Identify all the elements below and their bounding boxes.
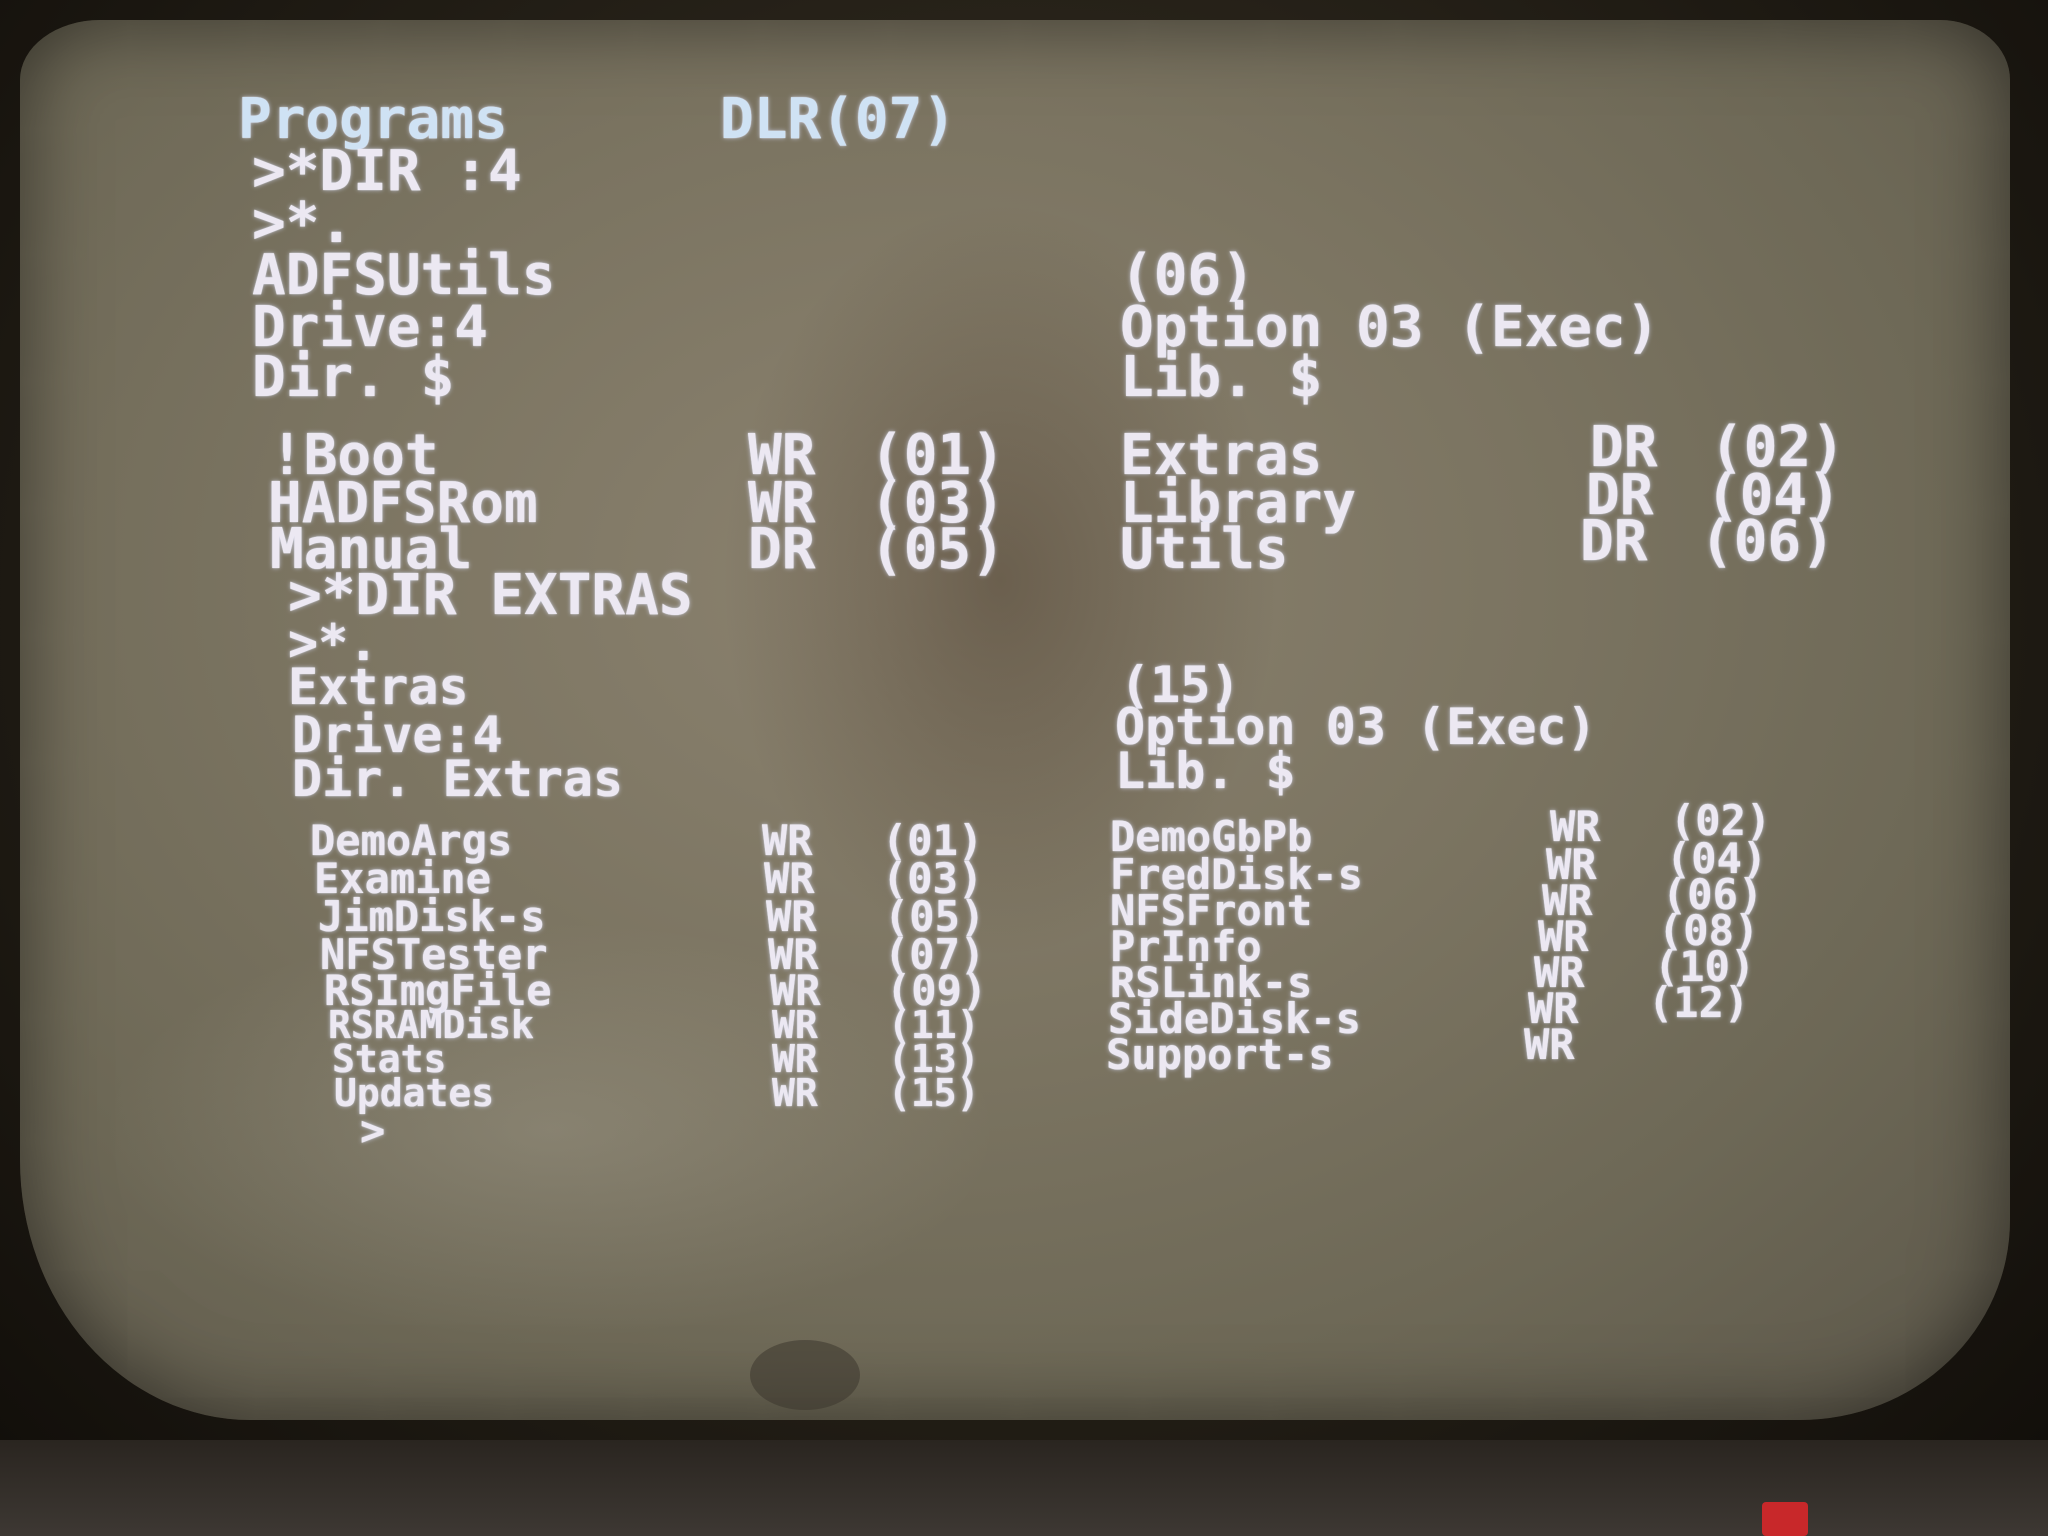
file-access: DR [748, 517, 816, 582]
file-name: Support-s [1106, 1030, 1334, 1079]
file-seq: (15) [888, 1071, 980, 1115]
screen-blemish [750, 1340, 860, 1410]
monitor-bezel [0, 1440, 2048, 1536]
crt-monitor: Programs DLR(07) >*DIR :4 >*. ADFSUtils … [0, 0, 2048, 1536]
power-indicator-light [1762, 1502, 1808, 1536]
file-access: DR [1580, 509, 1648, 574]
file-seq: (06) [1700, 509, 1835, 574]
catalog-dir: Dir. Extras [292, 750, 624, 808]
file-access: WR [772, 1071, 818, 1115]
command-prompt: > [360, 1106, 386, 1155]
file-name: Utils [1120, 517, 1289, 582]
file-name: Updates [334, 1071, 495, 1115]
catalog-dir-name: Extras [288, 658, 469, 716]
catalog-dir: Dir. $ [252, 345, 455, 410]
crt-screen: Programs DLR(07) >*DIR :4 >*. ADFSUtils … [20, 20, 2010, 1420]
disc-cycle-id: DLR(07) [720, 87, 957, 152]
catalog-lib: Lib. $ [1115, 742, 1296, 800]
catalog-lib: Lib. $ [1120, 345, 1323, 410]
file-seq: (05) [870, 517, 1005, 582]
file-seq: (12) [1648, 978, 1750, 1027]
file-access: WR [1524, 1020, 1575, 1069]
